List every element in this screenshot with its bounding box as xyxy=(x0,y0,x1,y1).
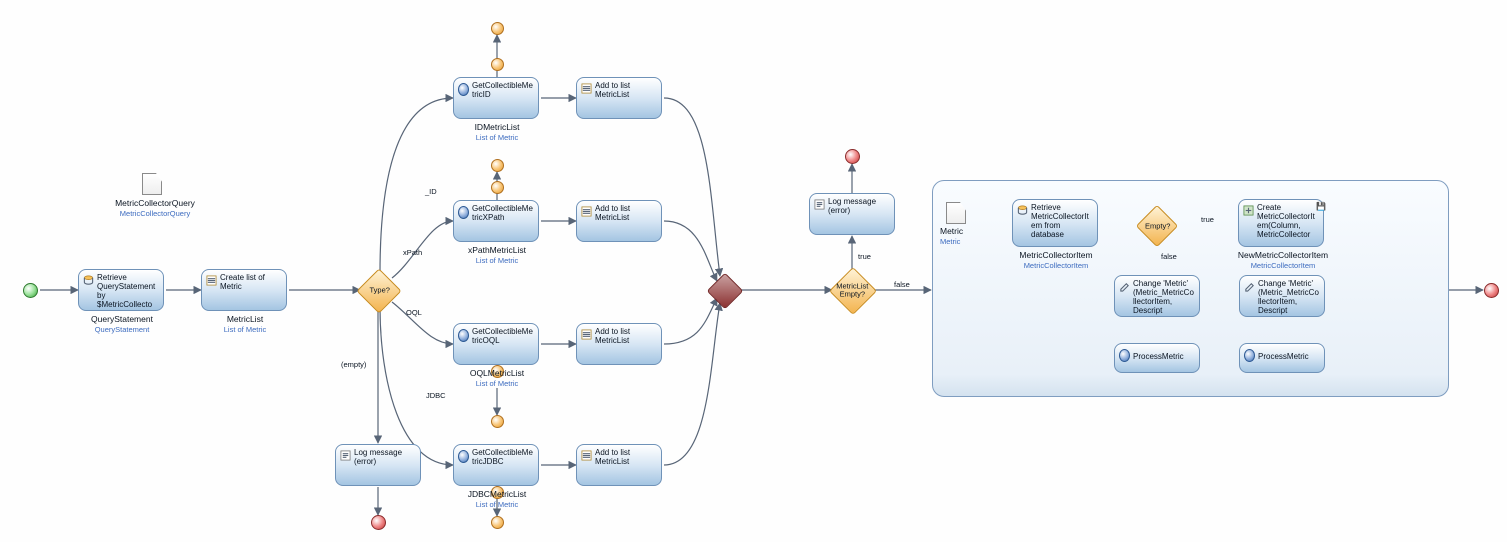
create-icon xyxy=(1243,205,1254,216)
loop-change2-activity[interactable]: Change 'Metric' (Metric_MetricCollectorI… xyxy=(1239,275,1325,317)
activity-label: Change 'Metric' (Metric_MetricCollectorI… xyxy=(1133,279,1194,315)
continue-event[interactable] xyxy=(491,22,504,35)
call-microflow-icon xyxy=(458,206,469,217)
add-xpath-activity[interactable]: Add to list MetricList xyxy=(576,200,662,242)
activity-label: GetCollectibleMetricID xyxy=(472,81,533,99)
retrieve-querystatement-activity[interactable]: Retrieve QueryStatement by $MetricCollec… xyxy=(78,269,164,311)
activity-label: Add to list MetricList xyxy=(595,204,656,222)
loop-retrieve-caption: MetricCollectorItem MetricCollectorItem xyxy=(1004,250,1108,271)
start-event[interactable] xyxy=(23,283,38,298)
activity-label: Retrieve QueryStatement by $MetricCollec… xyxy=(97,273,158,309)
change-icon xyxy=(1119,281,1130,292)
edge-label-empty: (empty) xyxy=(340,360,367,369)
log-icon xyxy=(814,199,825,210)
get-id-activity[interactable]: GetCollectibleMetricID xyxy=(453,77,539,119)
log-message-empty-activity[interactable]: Log message (error) xyxy=(335,444,421,486)
edge-label-loop-true: true xyxy=(1200,215,1215,224)
activity-label: Create MetricCollectorItem(Column, Metri… xyxy=(1257,203,1318,239)
get-jdbc-caption: JDBCMetricList List of Metric xyxy=(453,489,541,510)
add-oql-activity[interactable]: Add to list MetricList xyxy=(576,323,662,365)
continue-event[interactable] xyxy=(491,159,504,172)
get-jdbc-activity[interactable]: GetCollectibleMetricJDBC xyxy=(453,444,539,486)
call-microflow-icon xyxy=(458,450,469,461)
call-microflow-icon xyxy=(458,329,469,340)
get-oql-caption: OQLMetricList List of Metric xyxy=(453,368,541,389)
edge-label-oql: OQL xyxy=(405,308,423,317)
edge-label-false: false xyxy=(893,280,911,289)
loop-iterator-label: Metric Metric xyxy=(940,226,980,247)
end-event-error-empty[interactable] xyxy=(371,515,386,530)
retrieve-querystatement-caption: QueryStatement QueryStatement xyxy=(78,314,166,335)
get-xpath-caption: xPathMetricList List of Metric xyxy=(453,245,541,266)
loop-create-caption: NewMetricCollectorItem MetricCollectorIt… xyxy=(1228,250,1338,271)
activity-label: GetCollectibleMetricXPath xyxy=(472,204,533,222)
activity-label: Log message (error) xyxy=(828,197,889,215)
activity-label: Log message (error) xyxy=(354,448,415,466)
create-list-caption: MetricList List of Metric xyxy=(201,314,289,335)
get-oql-activity[interactable]: GetCollectibleMetricOQL xyxy=(453,323,539,365)
log-message-true-activity[interactable]: Log message (error) xyxy=(809,193,895,235)
list-icon xyxy=(206,275,217,286)
error-handler-badge[interactable] xyxy=(491,58,504,71)
loop-retrieve-activity[interactable]: Retrieve MetricCollectorItem from databa… xyxy=(1012,199,1098,247)
activity-label: ProcessMetric xyxy=(1258,352,1319,361)
commit-icon: 💾 xyxy=(1316,202,1326,211)
get-xpath-activity[interactable]: GetCollectibleMetricXPath xyxy=(453,200,539,242)
edge-label-xpath: xPath xyxy=(402,248,423,257)
activity-label: GetCollectibleMetricJDBC xyxy=(472,448,533,466)
list-icon xyxy=(581,83,592,94)
loop-create-activity[interactable]: Create MetricCollectorItem(Column, Metri… xyxy=(1238,199,1324,247)
call-microflow-icon xyxy=(1119,349,1130,360)
retrieve-icon xyxy=(83,275,94,286)
decision-label: Empty? xyxy=(1133,223,1183,231)
decision-label: Type? xyxy=(355,286,405,294)
continue-event[interactable] xyxy=(491,415,504,428)
activity-label: Create list of Metric xyxy=(220,273,281,291)
get-id-caption: IDMetricList List of Metric xyxy=(453,122,541,143)
decision-label: MetricList Empty? xyxy=(827,282,877,298)
activity-label: Add to list MetricList xyxy=(595,327,656,345)
input-parameter-label: MetricCollectorQuery MetricCollectorQuer… xyxy=(100,198,210,219)
edge-label-loop-false: false xyxy=(1160,252,1178,261)
loop-process2-activity[interactable]: ProcessMetric xyxy=(1239,343,1325,373)
create-list-activity[interactable]: Create list of Metric xyxy=(201,269,287,311)
activity-label: Add to list MetricList xyxy=(595,448,656,466)
change-icon xyxy=(1244,281,1255,292)
activity-label: Retrieve MetricCollectorItem from databa… xyxy=(1031,203,1092,239)
call-microflow-icon xyxy=(458,83,469,94)
edge-label-true: true xyxy=(857,252,872,261)
microflow-canvas: MetricCollectorQuery MetricCollectorQuer… xyxy=(0,0,1507,542)
list-icon xyxy=(581,450,592,461)
list-icon xyxy=(581,206,592,217)
error-handler-badge[interactable] xyxy=(491,181,504,194)
end-event[interactable] xyxy=(1484,283,1499,298)
retrieve-icon xyxy=(1017,205,1028,216)
activity-label: GetCollectibleMetricOQL xyxy=(472,327,533,345)
list-icon xyxy=(581,329,592,340)
loop-change1-activity[interactable]: Change 'Metric' (Metric_MetricCollectorI… xyxy=(1114,275,1200,317)
edge-label-jdbc: JDBC xyxy=(425,391,447,400)
add-id-activity[interactable]: Add to list MetricList xyxy=(576,77,662,119)
end-event-error-true[interactable] xyxy=(845,149,860,164)
call-microflow-icon xyxy=(1244,349,1255,360)
add-jdbc-activity[interactable]: Add to list MetricList xyxy=(576,444,662,486)
input-parameter-name: MetricCollectorQuery xyxy=(115,198,195,208)
edge-label-id: _ID xyxy=(424,187,438,196)
activity-label: ProcessMetric xyxy=(1133,352,1194,361)
continue-event[interactable] xyxy=(491,516,504,529)
input-parameter-type: MetricCollectorQuery xyxy=(120,209,190,218)
loop-process1-activity[interactable]: ProcessMetric xyxy=(1114,343,1200,373)
log-icon xyxy=(340,450,351,461)
activity-label: Add to list MetricList xyxy=(595,81,656,99)
activity-label: Change 'Metric' (Metric_MetricCollectorI… xyxy=(1258,279,1319,315)
